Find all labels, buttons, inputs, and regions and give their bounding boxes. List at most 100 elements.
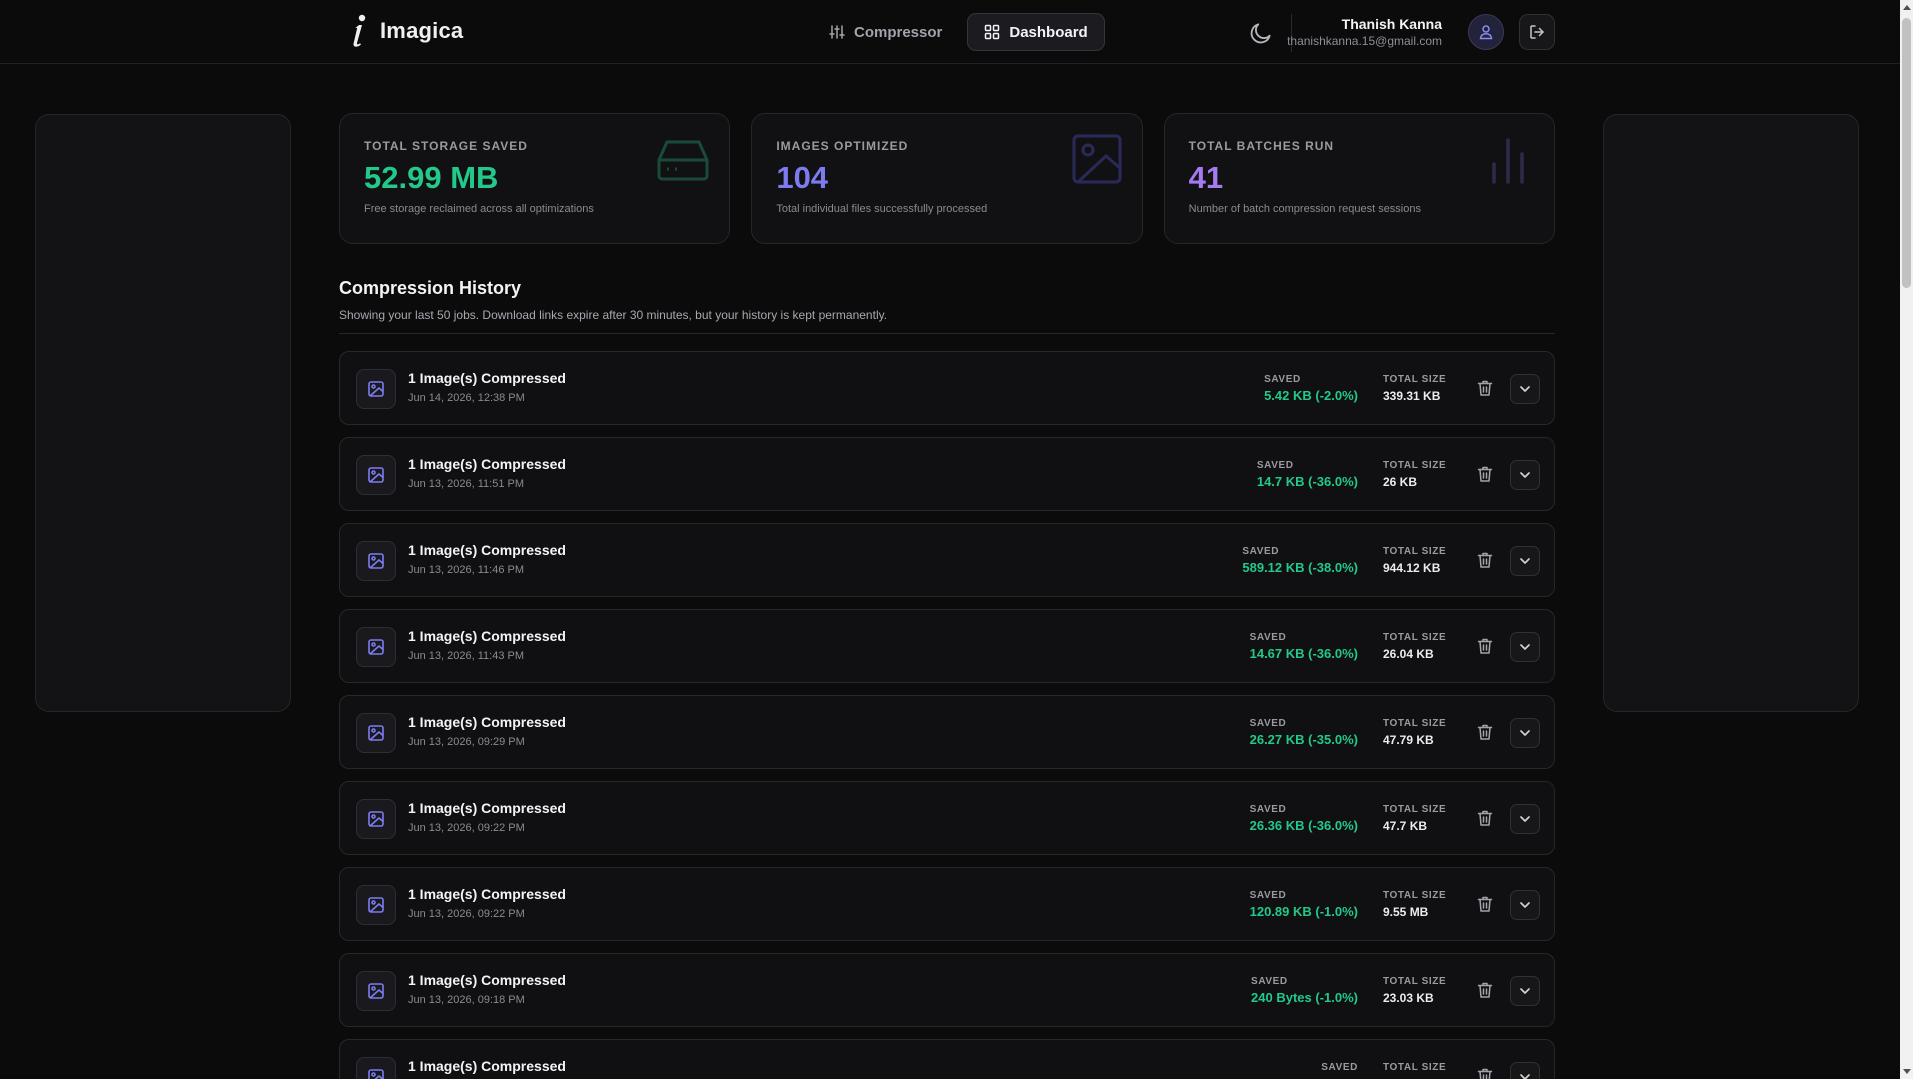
row-saved: SAVED 14.7 KB (-36.0%) <box>1257 460 1358 489</box>
total-value: 26 KB <box>1383 475 1418 489</box>
expand-button[interactable] <box>1510 804 1540 834</box>
history-row[interactable]: 1 Image(s) Compressed Jun 13, 2026, 09:18… <box>339 953 1555 1027</box>
grid-icon <box>985 24 1000 40</box>
history-header: Compression History Showing your last 50… <box>339 278 1555 322</box>
saved-label: SAVED <box>1256 460 1294 471</box>
expand-button[interactable] <box>1510 374 1540 404</box>
total-label: TOTAL SIZE <box>1383 460 1447 471</box>
expand-button[interactable] <box>1510 460 1540 490</box>
moon-icon[interactable] <box>1248 20 1274 46</box>
image-icon <box>368 811 384 827</box>
total-label: TOTAL SIZE <box>1383 718 1447 729</box>
row-total: TOTAL SIZE 9.55 MB <box>1383 890 1446 919</box>
saved-label: SAVED <box>1264 374 1301 385</box>
row-thumbnail <box>356 541 396 581</box>
expand-button[interactable] <box>1510 718 1540 748</box>
row-saved: SAVED 14.67 KB (-36.0%) <box>1250 632 1358 661</box>
user-icon <box>1479 25 1493 40</box>
history-row[interactable]: 1 Image(s) Compressed Jun 13, 2026, 09:29… <box>339 695 1555 769</box>
expand-button[interactable] <box>1510 546 1540 576</box>
row-total: TOTAL SIZE <box>1383 1062 1446 1077</box>
trash-icon[interactable] <box>1476 895 1494 913</box>
saved-value: 14.67 KB (-36.0%) <box>1249 646 1358 661</box>
row-title: 1 Image(s) Compressed <box>408 714 566 730</box>
trash-icon[interactable] <box>1476 723 1494 741</box>
row-total: TOTAL SIZE 339.31 KB <box>1383 374 1446 403</box>
history-row[interactable]: 1 Image(s) Compressed SAVED TOTAL SIZE <box>339 1039 1555 1079</box>
user-email: thanishkanna.15@gmail.com <box>1287 34 1442 48</box>
logout-button[interactable] <box>1519 14 1555 50</box>
chevron-down-icon <box>1520 988 1530 994</box>
hard-drive-icon <box>657 140 709 181</box>
scroll-down-arrow[interactable] <box>1903 1069 1911 1074</box>
expand-button[interactable] <box>1510 976 1540 1006</box>
row-date: Jun 13, 2026, 11:51 PM <box>408 478 524 490</box>
stat-card-storage: TOTAL STORAGE SAVED 52.99 MB Free storag… <box>339 113 731 244</box>
chevron-down-icon <box>1520 902 1530 908</box>
history-row[interactable]: 1 Image(s) Compressed Jun 14, 2026, 12:38… <box>339 351 1555 425</box>
trash-icon[interactable] <box>1476 551 1494 569</box>
total-label: TOTAL SIZE <box>1383 374 1447 385</box>
trash-icon[interactable] <box>1476 809 1494 827</box>
expand-button[interactable] <box>1510 1062 1540 1079</box>
trash-icon[interactable] <box>1476 379 1494 397</box>
row-date: Jun 14, 2026, 12:38 PM <box>408 392 525 404</box>
row-title: 1 Image(s) Compressed <box>408 1058 566 1074</box>
total-label: TOTAL SIZE <box>1383 890 1447 901</box>
row-total: TOTAL SIZE 26 KB <box>1383 460 1446 489</box>
row-total: TOTAL SIZE 26.04 KB <box>1383 632 1446 661</box>
saved-label: SAVED <box>1242 546 1280 557</box>
history-row[interactable]: 1 Image(s) Compressed Jun 13, 2026, 09:22… <box>339 867 1555 941</box>
total-label: TOTAL SIZE <box>1383 976 1447 987</box>
stat-label: TOTAL BATCHES RUN <box>1188 139 1335 153</box>
row-title: 1 Image(s) Compressed <box>408 800 566 816</box>
row-title: 1 Image(s) Compressed <box>408 370 566 386</box>
row-saved: SAVED 26.27 KB (-35.0%) <box>1250 718 1358 747</box>
row-saved: SAVED 120.89 KB (-1.0%) <box>1250 890 1358 919</box>
row-thumbnail <box>356 885 396 925</box>
history-row[interactable]: 1 Image(s) Compressed Jun 13, 2026, 11:43… <box>339 609 1555 683</box>
trash-icon[interactable] <box>1476 637 1494 655</box>
stat-label: IMAGES OPTIMIZED <box>776 139 909 153</box>
history-row[interactable]: 1 Image(s) Compressed Jun 13, 2026, 09:22… <box>339 781 1555 855</box>
saved-value: 120.89 KB (-1.0%) <box>1249 904 1358 919</box>
tab-compressor-label: Compressor <box>854 23 943 41</box>
saved-value: 5.42 KB (-2.0%) <box>1264 388 1358 403</box>
user-info: Thanish Kanna thanishkanna.15@gmail.com <box>1287 16 1442 49</box>
trash-icon[interactable] <box>1476 981 1494 999</box>
total-value: 944.12 KB <box>1383 561 1441 575</box>
stats-row: TOTAL STORAGE SAVED 52.99 MB Free storag… <box>339 113 1555 244</box>
avatar[interactable] <box>1468 14 1504 50</box>
saved-value: 14.7 KB (-36.0%) <box>1256 474 1358 489</box>
saved-label: SAVED <box>1249 718 1287 729</box>
history-row[interactable]: 1 Image(s) Compressed Jun 13, 2026, 11:46… <box>339 523 1555 597</box>
tab-dashboard-label: Dashboard <box>1009 23 1088 41</box>
total-label: TOTAL SIZE <box>1383 546 1447 557</box>
expand-button[interactable] <box>1510 632 1540 662</box>
row-title: 1 Image(s) Compressed <box>408 972 566 988</box>
user-name: Thanish Kanna <box>1341 16 1442 32</box>
stat-card-images: IMAGES OPTIMIZED 104 Total individual fi… <box>751 113 1143 244</box>
tab-dashboard[interactable]: Dashboard <box>967 13 1105 51</box>
image-icon <box>368 639 384 655</box>
chevron-down-icon <box>1520 1074 1530 1079</box>
logout-icon <box>1530 25 1544 39</box>
chevron-down-icon <box>1520 644 1530 650</box>
app-logo[interactable]: Imagica <box>348 14 463 48</box>
page-scrollbar[interactable] <box>1900 0 1913 1079</box>
expand-button[interactable] <box>1510 890 1540 920</box>
saved-label: SAVED <box>1249 804 1287 815</box>
logo-icon <box>353 14 366 47</box>
row-date: Jun 13, 2026, 09:29 PM <box>408 736 525 748</box>
top-header: Imagica Compressor Dashboard Thanish Kan… <box>0 0 1900 64</box>
scrollbar-thumb[interactable] <box>1902 18 1911 288</box>
tab-compressor[interactable]: Compressor <box>812 13 959 51</box>
history-row[interactable]: 1 Image(s) Compressed Jun 13, 2026, 11:51… <box>339 437 1555 511</box>
row-thumbnail <box>356 627 396 667</box>
total-value: 339.31 KB <box>1383 389 1441 403</box>
chevron-down-icon <box>1520 558 1530 564</box>
trash-icon[interactable] <box>1476 465 1494 483</box>
scroll-up-arrow[interactable] <box>1903 5 1911 10</box>
row-total: TOTAL SIZE 23.03 KB <box>1383 976 1446 1005</box>
trash-icon[interactable] <box>1476 1067 1494 1079</box>
